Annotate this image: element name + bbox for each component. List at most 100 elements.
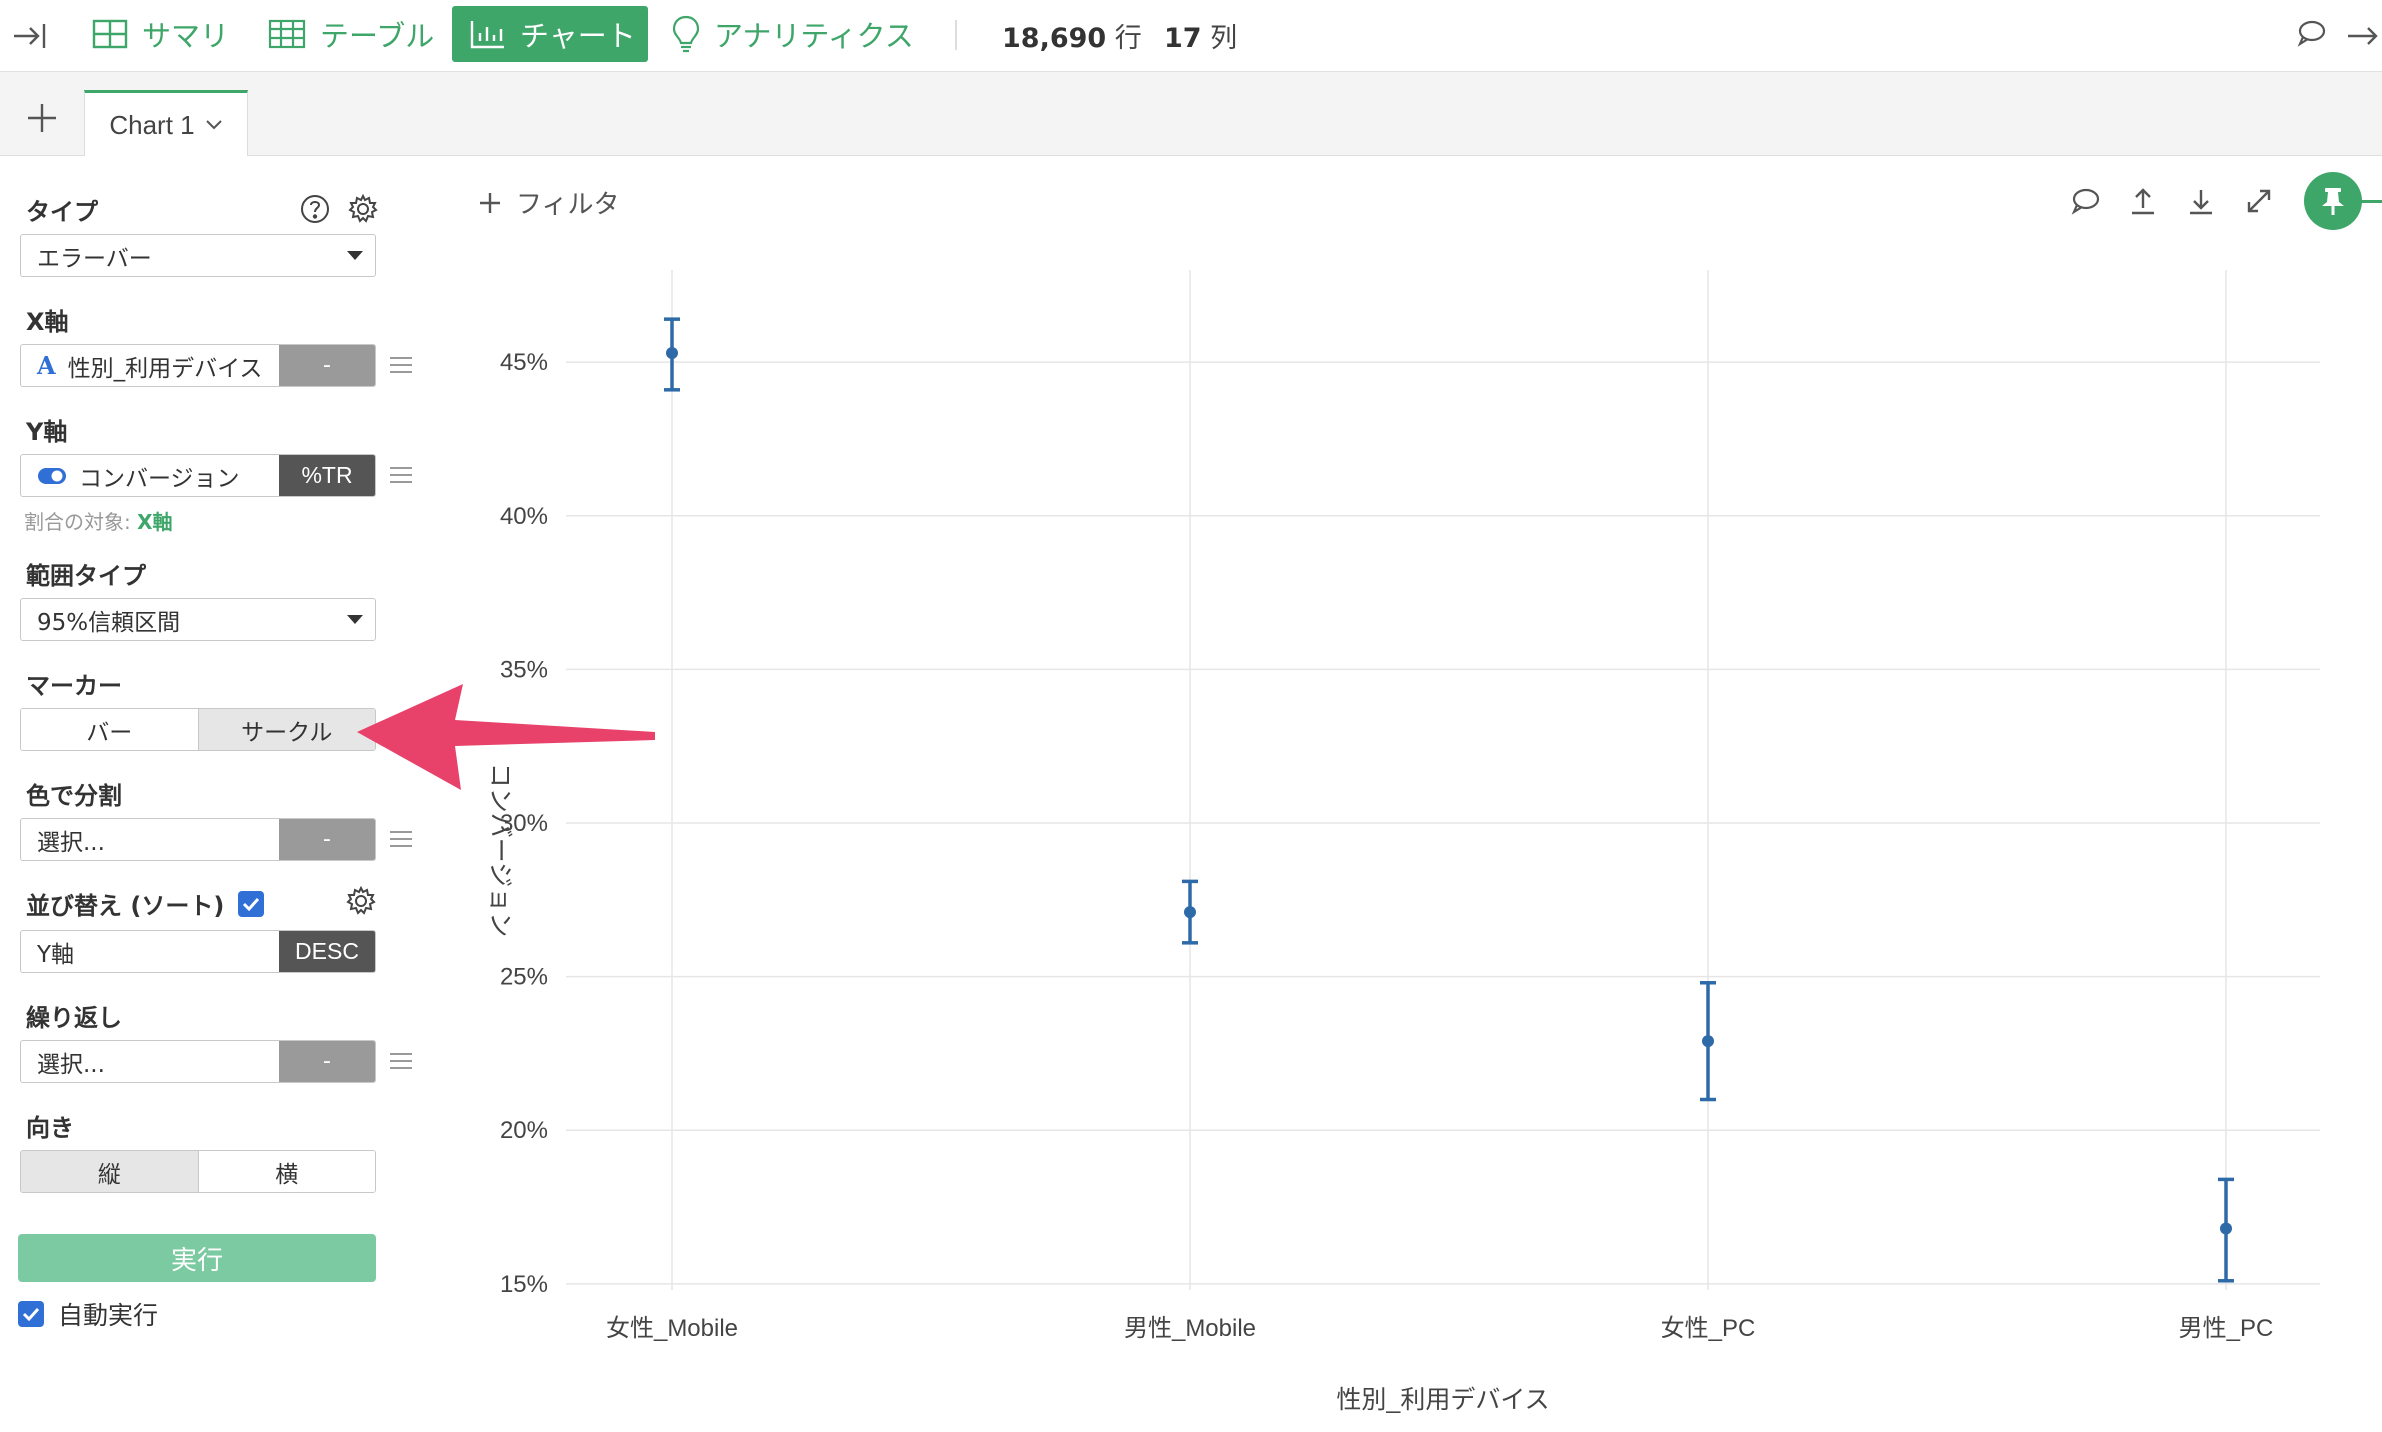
- column-count-unit: 列: [1210, 23, 1238, 54]
- y-tick-label: 40%: [500, 503, 548, 530]
- data-point: [1184, 906, 1196, 919]
- x-tick-label: 男性_Mobile: [1124, 1315, 1256, 1342]
- sort-value: Y軸: [37, 941, 75, 968]
- expand-sidebar-icon[interactable]: [12, 18, 48, 54]
- gear-icon[interactable]: [348, 194, 378, 224]
- caret-down-icon: [347, 251, 363, 260]
- pin-connector: [2360, 200, 2382, 203]
- chart-type-select[interactable]: エラーバー: [20, 234, 376, 277]
- repeat-value: 選択...: [37, 1051, 105, 1078]
- marker-bar-option[interactable]: バー: [21, 709, 198, 750]
- ratio-target-prefix: 割合の対象:: [24, 510, 138, 534]
- ratio-target-value[interactable]: X軸: [137, 510, 172, 534]
- add-filter-button[interactable]: フィルタ: [478, 184, 619, 221]
- y-axis-aggregate[interactable]: %TR: [279, 455, 375, 496]
- checkmark-icon: [22, 1307, 40, 1321]
- sort-field[interactable]: Y軸 DESC: [20, 930, 376, 973]
- text-type-icon: A: [37, 351, 56, 380]
- orientation-horizontal-option[interactable]: 横: [197, 1151, 375, 1192]
- run-button[interactable]: 実行: [18, 1234, 376, 1282]
- repeat-aggregate[interactable]: -: [279, 1041, 375, 1082]
- orientation-toggle: 縦 横: [20, 1150, 376, 1193]
- x-axis-field[interactable]: A 性別_利用デバイス -: [20, 344, 376, 387]
- comment-icon[interactable]: [2296, 18, 2326, 48]
- drag-handle-icon[interactable]: [390, 357, 412, 375]
- data-point: [666, 346, 678, 359]
- annotation-arrow-shape: [357, 684, 655, 790]
- bar-chart-icon: [470, 21, 504, 49]
- tab-summary[interactable]: サマリ: [74, 6, 247, 62]
- color-split-aggregate[interactable]: -: [279, 819, 375, 860]
- drag-handle-icon[interactable]: [390, 467, 412, 485]
- pin-icon: [2322, 188, 2344, 215]
- grid-layer: [566, 270, 2320, 1290]
- tab-table-label: テーブル: [320, 19, 435, 53]
- mark-layer: [664, 317, 2234, 1283]
- lightbulb-icon: [672, 15, 700, 53]
- top-toolbar: サマリ テーブル チャート アナリティクス 18,690 行 17 列: [0, 0, 2382, 72]
- marker-toggle: バー サークル: [20, 708, 376, 751]
- x-tick-label: 男性_PC: [2179, 1315, 2274, 1342]
- tab-analytics[interactable]: アナリティクス: [654, 6, 932, 62]
- chart-tab-label: Chart 1: [109, 109, 195, 140]
- x-axis-value: 性別_利用デバイス: [67, 355, 263, 382]
- auto-run-option: 自動実行: [18, 1296, 158, 1332]
- fullscreen-icon[interactable]: [2244, 186, 2274, 216]
- sort-header: 並び替え (ソート): [26, 886, 265, 921]
- tab-chart-label: チャート: [520, 19, 636, 53]
- sort-order-button[interactable]: DESC: [279, 931, 375, 972]
- drag-handle-icon[interactable]: [390, 831, 412, 849]
- data-point: [2220, 1222, 2232, 1235]
- drag-handle-icon[interactable]: [390, 1053, 412, 1071]
- tab-summary-label: サマリ: [142, 19, 230, 53]
- data-point: [1702, 1035, 1714, 1048]
- x-axis-title: 性別_利用デバイス: [1336, 1386, 1549, 1414]
- marker-circle-option[interactable]: サークル: [197, 709, 375, 750]
- collapse-right-icon[interactable]: [2346, 18, 2382, 54]
- range-type-label: 範囲タイプ: [26, 562, 146, 590]
- orientation-vertical-option[interactable]: 縦: [21, 1151, 198, 1192]
- range-type-select[interactable]: 95%信頼区間: [20, 598, 376, 641]
- x-axis-aggregate[interactable]: -: [279, 345, 375, 386]
- x-tick-label: 女性_PC: [1661, 1315, 1756, 1342]
- row-count-value: 18,690: [1002, 23, 1107, 54]
- ratio-target-note: 割合の対象: X軸: [24, 506, 173, 535]
- annotation-arrow: [357, 684, 655, 790]
- sort-checkbox[interactable]: [238, 890, 265, 917]
- chart-tab-1[interactable]: Chart 1: [84, 90, 248, 157]
- toolbar-divider: [955, 20, 957, 50]
- chart-type-value: エラーバー: [37, 245, 152, 272]
- y-tick-label: 45%: [500, 349, 548, 376]
- color-split-label: 色で分割: [26, 782, 122, 810]
- auto-run-checkbox[interactable]: [18, 1301, 44, 1327]
- filter-label: フィルタ: [516, 190, 620, 220]
- toggle-type-icon: [38, 467, 66, 484]
- comment-icon[interactable]: [2070, 186, 2100, 216]
- tab-chart[interactable]: チャート: [452, 6, 648, 62]
- pin-button[interactable]: [2304, 172, 2362, 230]
- y-tick-label: 20%: [500, 1117, 548, 1144]
- tab-table[interactable]: テーブル: [250, 6, 452, 62]
- help-icon[interactable]: [300, 194, 330, 224]
- row-count: 18,690 行: [1002, 16, 1142, 55]
- caret-down-icon: [347, 615, 363, 624]
- chevron-down-icon: [205, 120, 222, 130]
- grid-icon: [92, 19, 128, 49]
- add-chart-icon[interactable]: [24, 100, 60, 136]
- row-count-unit: 行: [1114, 23, 1142, 54]
- x-tick-label: 女性_Mobile: [606, 1315, 738, 1342]
- orientation-label: 向き: [26, 1114, 74, 1142]
- y-axis-value: コンバージョン: [79, 465, 240, 492]
- color-split-field[interactable]: 選択... -: [20, 818, 376, 861]
- column-count-value: 17: [1164, 23, 1202, 54]
- repeat-field[interactable]: 選択... -: [20, 1040, 376, 1083]
- x-axis-label: X軸: [26, 308, 69, 336]
- y-tick-label: 15%: [500, 1271, 548, 1298]
- auto-run-label: 自動実行: [58, 1301, 159, 1330]
- upload-icon[interactable]: [2128, 186, 2158, 216]
- gear-icon[interactable]: [346, 886, 376, 916]
- download-icon[interactable]: [2186, 186, 2216, 216]
- y-axis-field[interactable]: コンバージョン %TR: [20, 454, 376, 497]
- tab-analytics-label: アナリティクス: [714, 19, 914, 53]
- table-icon: [268, 19, 306, 49]
